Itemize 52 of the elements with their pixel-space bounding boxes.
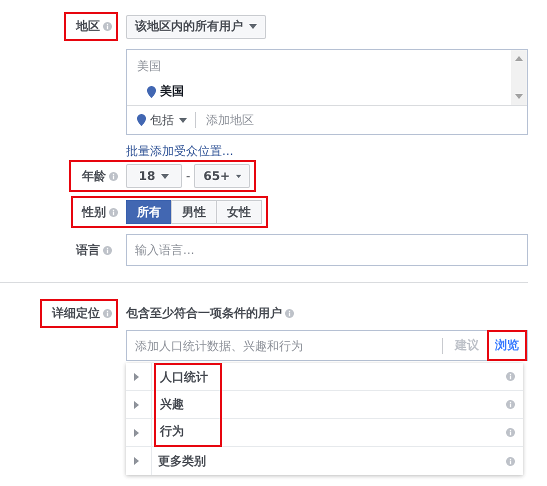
scroll-down-icon[interactable] bbox=[515, 94, 523, 99]
gender-option[interactable]: 女性 bbox=[216, 200, 262, 224]
category-label: 兴趣 bbox=[154, 390, 222, 418]
info-icon[interactable] bbox=[506, 456, 515, 466]
field-label: 详细定位 bbox=[52, 305, 100, 322]
gender-option[interactable]: 所有 bbox=[126, 200, 172, 224]
min-age-dropdown[interactable]: 18 bbox=[126, 164, 182, 188]
info-icon[interactable] bbox=[506, 372, 515, 381]
category-label: 更多类别 bbox=[157, 452, 207, 470]
gender-option[interactable]: 男性 bbox=[171, 200, 217, 224]
info-icon[interactable] bbox=[103, 309, 112, 318]
category-row[interactable]: 人口统计 bbox=[126, 363, 523, 391]
location-group: 美国 bbox=[137, 58, 501, 75]
expand-icon[interactable] bbox=[134, 428, 139, 436]
expand-icon[interactable] bbox=[134, 400, 139, 408]
add-location-field[interactable]: 添加地区 bbox=[204, 112, 517, 128]
expand-icon[interactable] bbox=[134, 372, 139, 380]
search-mode-tab[interactable]: 浏览 bbox=[487, 330, 527, 361]
category-label: 行为 bbox=[154, 418, 222, 446]
caret-down-icon bbox=[236, 174, 242, 178]
info-icon[interactable] bbox=[109, 208, 118, 216]
language-field[interactable]: 输入语言... bbox=[126, 234, 528, 266]
location-pin-icon bbox=[147, 86, 156, 98]
max-age-dropdown[interactable]: 65+ bbox=[194, 164, 250, 188]
scrollbar[interactable] bbox=[511, 50, 527, 105]
category-label: 人口统计 bbox=[154, 362, 222, 390]
include-dropdown[interactable]: 包括 bbox=[150, 112, 187, 128]
field-label: 语言 bbox=[76, 242, 100, 258]
location-pin-icon bbox=[137, 114, 146, 126]
field-label: 年龄 bbox=[82, 168, 106, 184]
scroll-up-icon[interactable] bbox=[515, 56, 523, 61]
info-icon[interactable] bbox=[506, 400, 515, 409]
info-icon[interactable] bbox=[506, 428, 515, 437]
field-label: 性别 bbox=[82, 204, 106, 220]
info-icon[interactable] bbox=[103, 22, 112, 31]
info-icon[interactable] bbox=[285, 309, 294, 318]
category-row[interactable]: 行为 bbox=[126, 419, 523, 447]
targeting-description: 包含至少符合一项条件的用户 bbox=[126, 305, 282, 322]
category-row[interactable]: 兴趣 bbox=[126, 391, 523, 419]
info-icon[interactable] bbox=[109, 172, 118, 180]
field-label: 地区 bbox=[76, 18, 100, 35]
category-row[interactable]: 更多类别 bbox=[126, 447, 523, 475]
bulk-add-link[interactable]: 批量添加受众位置... bbox=[126, 144, 234, 158]
range-separator: - bbox=[186, 169, 190, 183]
expand-icon[interactable] bbox=[134, 457, 139, 465]
scope-dropdown[interactable]: 该地区内的所有用户 bbox=[126, 14, 266, 38]
targeting-search-field[interactable]: 添加人口统计数据、兴趣和行为 建议 浏览 bbox=[126, 330, 528, 361]
caret-down-icon bbox=[179, 118, 187, 122]
info-icon[interactable] bbox=[103, 246, 112, 254]
caret-down-icon bbox=[161, 174, 170, 178]
selected-location[interactable]: 美国 bbox=[160, 83, 184, 100]
caret-down-icon bbox=[249, 24, 257, 29]
